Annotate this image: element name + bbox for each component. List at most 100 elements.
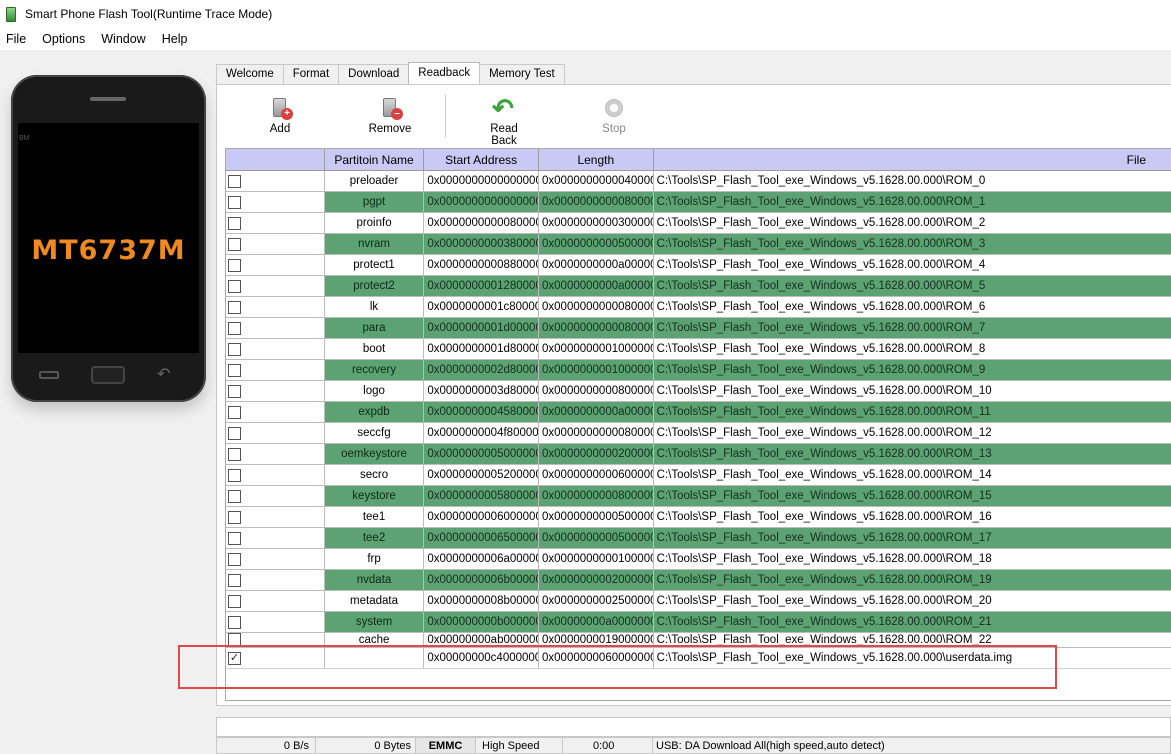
tab-memory-test[interactable]: Memory Test (479, 64, 565, 84)
row-checkbox[interactable] (228, 447, 241, 461)
start-address-cell: 0x0000000001d80000 (424, 339, 540, 360)
col-header-start-address[interactable]: Start Address (424, 149, 539, 170)
menu-window[interactable]: Window (101, 32, 145, 46)
start-address-cell: 0x0000000005000000 (424, 444, 540, 465)
start-address-cell: 0x0000000001280000 (424, 276, 540, 297)
row-checkbox[interactable] (228, 195, 241, 209)
row-checkbox[interactable] (228, 237, 241, 251)
start-address-cell: 0x0000000002d80000 (424, 360, 540, 381)
row-checkbox[interactable] (228, 342, 241, 356)
table-row[interactable]: lk 0x0000000001c80000 0x0000000000080000 C:… (226, 297, 1171, 318)
tab-readback[interactable]: Readback (408, 62, 481, 84)
file-path-cell: C:\Tools\SP_Flash_Tool_exe_Windows_v5.16… (653, 381, 1171, 402)
row-checkbox-cell (226, 570, 325, 591)
table-row[interactable]: keystore 0x0000000005800000 0x000000000080… (226, 486, 1171, 507)
tab-download[interactable]: Download (338, 64, 410, 84)
row-checkbox[interactable] (228, 552, 241, 566)
col-header-partition-name[interactable]: Partitoin Name (325, 149, 425, 170)
table-row[interactable]: pgpt 0x0000000000000000 0x0000000000080000… (226, 192, 1171, 213)
partition-name-cell: lk (324, 297, 425, 318)
table-row[interactable]: system 0x000000000b000000 0x00000000a00000… (226, 612, 1171, 633)
table-row[interactable]: tee1 0x0000000006000000 0x0000000000500000… (226, 507, 1171, 528)
table-row[interactable]: protect2 0x0000000001280000 0x0000000000a0… (226, 276, 1171, 297)
phone-model-label: MT6737M (31, 235, 186, 266)
length-cell: 0x0000000000300000 (539, 213, 654, 234)
table-row[interactable]: boot 0x0000000001d80000 0x0000000001000000… (226, 339, 1171, 360)
row-checkbox[interactable] (228, 405, 241, 419)
row-checkbox[interactable] (228, 174, 241, 188)
tab-format[interactable]: Format (282, 64, 340, 84)
col-header-length[interactable]: Length (539, 149, 654, 170)
menu-help[interactable]: Help (162, 32, 188, 46)
tab-welcome[interactable]: Welcome (216, 64, 284, 84)
partition-name-cell: nvdata (324, 570, 425, 591)
file-path-cell: C:\Tools\SP_Flash_Tool_exe_Windows_v5.16… (653, 570, 1171, 591)
table-row[interactable]: nvram 0x0000000000380000 0x000000000050000… (226, 234, 1171, 255)
row-checkbox[interactable] (228, 279, 241, 293)
length-cell: 0x0000000000040000 (539, 171, 654, 192)
table-row[interactable]: logo 0x0000000003d80000 0x0000000000800000… (226, 381, 1171, 402)
start-address-cell: 0x0000000006000000 (424, 507, 540, 528)
table-row[interactable]: recovery 0x0000000002d80000 0x000000000100… (226, 360, 1171, 381)
row-checkbox[interactable] (228, 384, 241, 398)
table-row[interactable]: nvdata 0x0000000006b00000 0x00000000020000… (226, 570, 1171, 591)
row-checkbox[interactable] (228, 573, 241, 587)
table-row[interactable]: seccfg 0x0000000004f80000 0x00000000000800… (226, 423, 1171, 444)
row-checkbox[interactable] (228, 615, 241, 629)
table-row[interactable]: protect1 0x0000000000880000 0x0000000000a0… (226, 255, 1171, 276)
read-back-button[interactable]: ↶ Read Back (477, 93, 531, 147)
menu-file[interactable]: File (6, 32, 26, 46)
partition-table: Partitoin Name Start Address Length File… (225, 148, 1171, 701)
stop-icon (602, 97, 626, 121)
remove-button[interactable]: – Remove (367, 97, 413, 135)
table-row[interactable]: tee2 0x0000000006500000 0x0000000000500000… (226, 528, 1171, 549)
partition-name-cell: system (324, 612, 425, 633)
row-checkbox-cell (226, 360, 325, 381)
table-row[interactable]: oemkeystore 0x0000000005000000 0x000000000… (226, 444, 1171, 465)
file-path-cell: C:\Tools\SP_Flash_Tool_exe_Windows_v5.16… (653, 591, 1171, 612)
partition-name-cell: tee1 (324, 507, 425, 528)
stop-button[interactable]: Stop (600, 97, 628, 135)
file-path-cell: C:\Tools\SP_Flash_Tool_exe_Windows_v5.16… (653, 549, 1171, 570)
col-header-file[interactable]: File (654, 149, 1171, 170)
row-checkbox-cell (226, 507, 325, 528)
table-row[interactable]: proinfo 0x0000000000080000 0x0000000000300… (226, 213, 1171, 234)
file-path-cell: C:\Tools\SP_Flash_Tool_exe_Windows_v5.16… (653, 213, 1171, 234)
row-checkbox[interactable] (228, 216, 241, 230)
col-header-check[interactable] (226, 149, 325, 170)
partition-name-cell: protect2 (324, 276, 425, 297)
row-checkbox-cell (226, 549, 325, 570)
add-button[interactable]: + Add (265, 97, 295, 135)
row-checkbox-cell (226, 486, 325, 507)
partition-name-cell: seccfg (324, 423, 425, 444)
start-address-cell: 0x0000000000080000 (424, 213, 540, 234)
table-row[interactable]: expdb 0x0000000004580000 0x0000000000a0000… (226, 402, 1171, 423)
row-checkbox-cell (226, 213, 325, 234)
row-checkbox[interactable] (228, 489, 241, 503)
table-row[interactable]: para 0x0000000001d00000 0x0000000000080000… (226, 318, 1171, 339)
row-checkbox[interactable] (228, 363, 241, 377)
row-checkbox[interactable] (228, 468, 241, 482)
phone-image: BM MT6737M ↶ (11, 75, 206, 402)
row-checkbox[interactable] (228, 426, 241, 440)
length-cell: 0x0000000000500000 (539, 507, 654, 528)
length-cell: 0x0000000000080000 (539, 192, 654, 213)
row-checkbox[interactable] (228, 321, 241, 335)
start-address-cell: 0x0000000006500000 (424, 528, 540, 549)
file-path-cell: C:\Tools\SP_Flash_Tool_exe_Windows_v5.16… (653, 297, 1171, 318)
add-icon: + (268, 97, 293, 121)
row-checkbox-cell (226, 465, 325, 486)
row-checkbox[interactable] (228, 531, 241, 545)
file-path-cell: C:\Tools\SP_Flash_Tool_exe_Windows_v5.16… (653, 318, 1171, 339)
menu-options[interactable]: Options (42, 32, 85, 46)
row-checkbox[interactable] (228, 510, 241, 524)
table-row[interactable]: preloader 0x0000000000000000 0x00000000000… (226, 171, 1171, 192)
status-bytes: 0 Bytes (316, 737, 416, 754)
table-row[interactable]: metadata 0x0000000008b00000 0x000000000250… (226, 591, 1171, 612)
row-checkbox[interactable] (228, 258, 241, 272)
row-checkbox[interactable] (228, 594, 241, 608)
table-row[interactable]: frp 0x0000000006a00000 0x0000000000100000 C… (226, 549, 1171, 570)
menu-bar: File Options Window Help (0, 28, 1171, 50)
table-row[interactable]: secro 0x0000000005200000 0x000000000060000… (226, 465, 1171, 486)
row-checkbox[interactable] (228, 300, 241, 314)
